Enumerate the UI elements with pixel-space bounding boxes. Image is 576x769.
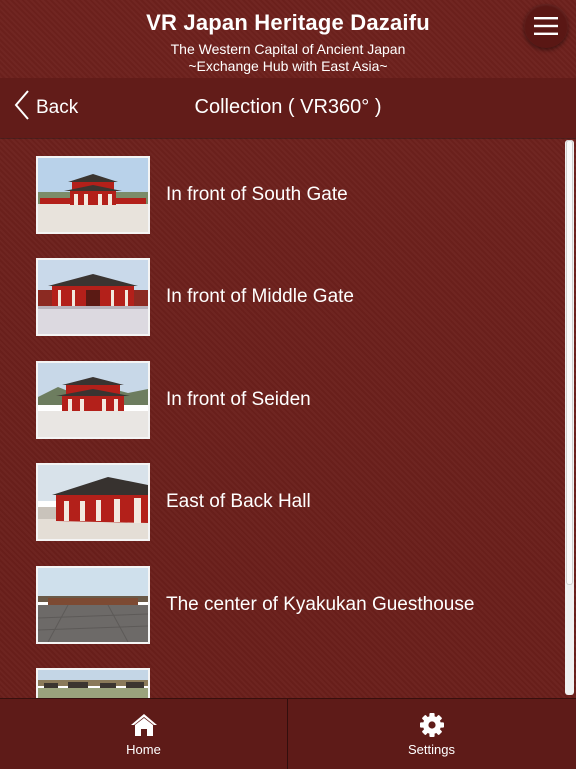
scrollbar[interactable] [565,140,574,695]
menu-button[interactable] [524,4,568,48]
tab-home-label: Home [126,741,161,757]
thumbnail-middle-gate [36,258,150,336]
page-title: Collection ( VR360° ) [194,96,382,118]
app-header: VR Japan Heritage Dazaifu The Western Ca… [0,0,576,78]
scrollbar-thumb[interactable] [566,140,573,585]
app-subtitle: The Western Capital of Ancient Japan ~Ex… [0,41,576,75]
list-item-label: In front of Middle Gate [166,286,354,307]
thumbnail-town-view [36,668,150,698]
app-screen: VR Japan Heritage Dazaifu The Western Ca… [0,0,576,769]
home-icon [130,712,158,738]
thumbnail-south-gate [36,156,150,234]
list-item-label: East of Back Hall [166,491,311,512]
list-item[interactable]: In front of Middle Gate [36,258,556,336]
subtitle-line-1: The Western Capital of Ancient Japan [170,41,406,57]
thumbnail-back-hall [36,463,150,541]
hamburger-menu-icon [534,16,558,36]
collection-list[interactable]: In front of South Gate In front of Middl… [0,138,576,698]
tab-settings[interactable]: Settings [288,699,575,769]
list-item-label: In front of South Gate [166,184,348,205]
tab-settings-label: Settings [408,741,455,757]
tab-home[interactable]: Home [0,699,287,769]
subtitle-line-2: ~Exchange Hub with East Asia~ [188,58,388,74]
list-item[interactable] [36,668,556,698]
gear-icon [418,712,446,738]
tab-bar: Home Settings [0,698,576,769]
list-item-label: In front of Seiden [166,389,311,410]
thumbnail-kyakukan-guesthouse [36,566,150,644]
list-item[interactable]: In front of Seiden [36,361,556,439]
thumbnail-seiden [36,361,150,439]
list-item-label: The center of Kyakukan Guesthouse [166,594,475,615]
list-item[interactable]: The center of Kyakukan Guesthouse [36,566,556,644]
list-item[interactable]: East of Back Hall [36,463,556,541]
list-item[interactable]: In front of South Gate [36,156,556,234]
app-title: VR Japan Heritage Dazaifu [146,10,430,35]
nav-bar: Back Collection ( VR360° ) [0,78,576,138]
